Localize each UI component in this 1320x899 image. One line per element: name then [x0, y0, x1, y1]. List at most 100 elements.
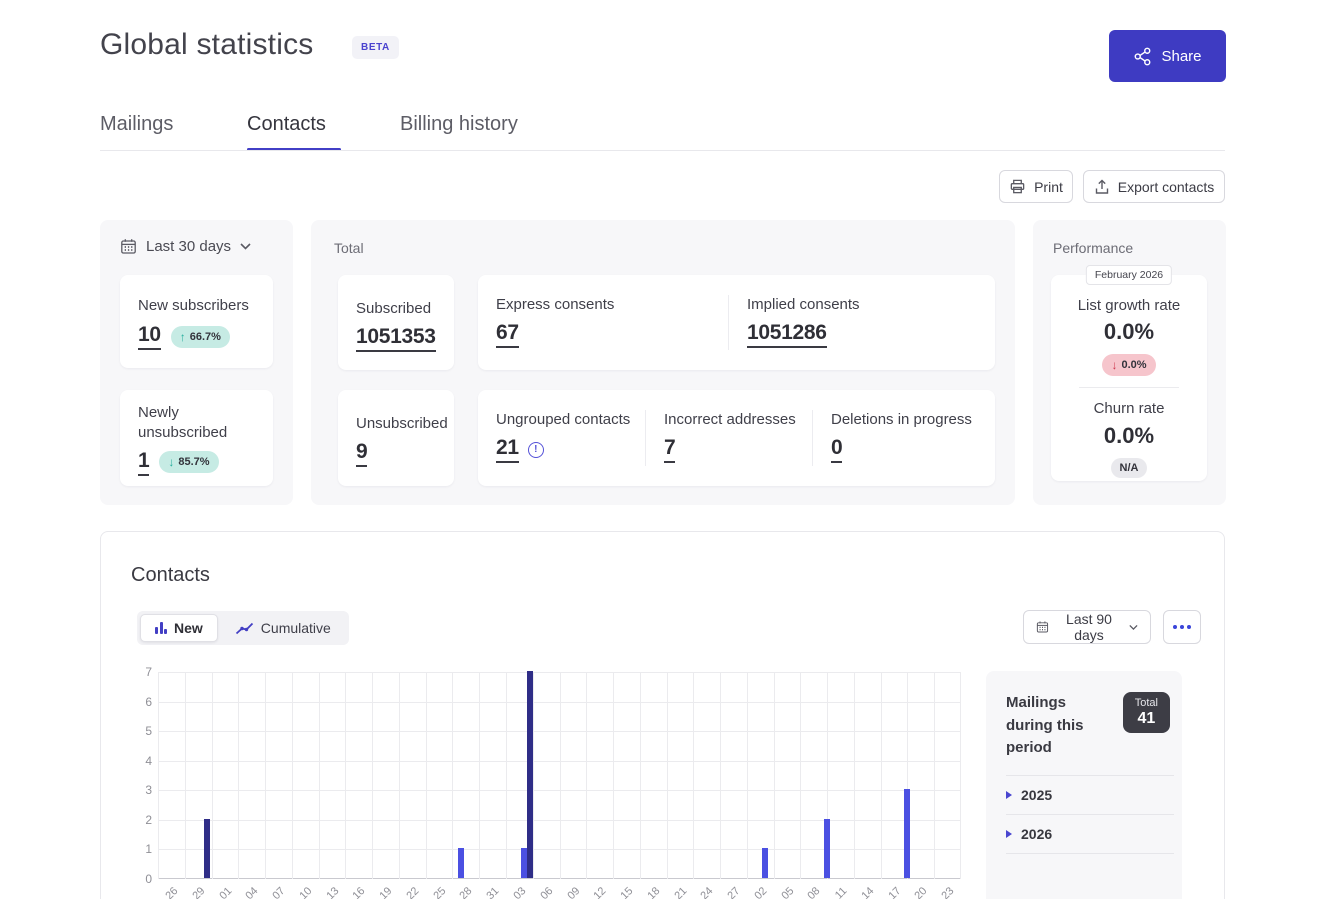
list-growth-rate-value: 0.0% [1051, 319, 1207, 345]
export-contacts-button[interactable]: Export contacts [1083, 170, 1225, 203]
tabs-divider [100, 150, 1225, 151]
chart-x-tick-label: 18 [645, 885, 662, 899]
express-consents-value[interactable]: 67 [496, 321, 519, 348]
chart-x-tick-label: 16 [351, 885, 368, 899]
chart-bar-bright-blue[interactable] [458, 848, 464, 878]
chart-date-range-label: Last 90 days [1057, 611, 1121, 643]
mailings-year-label: 2025 [1021, 787, 1052, 803]
beta-badge: BETA [352, 36, 399, 59]
trend-up-icon: ↑ [180, 330, 186, 344]
performance-card: February 2026 List growth rate 0.0% ↓ 0.… [1051, 275, 1207, 481]
chevron-down-icon [1129, 624, 1138, 631]
chart-bar-dark-indigo[interactable] [204, 819, 210, 878]
mailings-panel-title: Mailings during this period [1006, 692, 1114, 760]
list-growth-rate-label: List growth rate [1051, 296, 1207, 316]
ungrouped-contacts-value[interactable]: 21 [496, 436, 519, 463]
unsubscribed-value[interactable]: 9 [356, 440, 367, 467]
chart-gridline [345, 672, 346, 879]
newly-unsubscribed-value[interactable]: 1 [138, 449, 149, 476]
contacts-chart-card: Contacts New Cumulative Last 90 da [100, 531, 1225, 899]
chart-x-tick-label: 01 [217, 885, 234, 899]
deletions-in-progress-cell: Deletions in progress 0 [812, 410, 995, 466]
share-icon [1133, 47, 1152, 66]
print-button[interactable]: Print [999, 170, 1073, 203]
share-button[interactable]: Share [1109, 30, 1226, 82]
performance-section-label: Performance [1053, 240, 1133, 256]
tab-billing-history[interactable]: Billing history [400, 113, 518, 136]
chart-x-tick-label: 28 [458, 885, 475, 899]
chart-y-tick-label: 4 [145, 754, 152, 768]
chart-gridline [399, 672, 400, 879]
chart-x-tick-label: 10 [297, 885, 314, 899]
line-chart-icon [235, 622, 254, 635]
chart-y-tick-label: 7 [145, 665, 152, 679]
mailings-year-2025[interactable]: 2025 [1006, 787, 1174, 803]
newly-unsubscribed-trend-value: 85.7% [178, 456, 209, 468]
chart-gridline [238, 672, 239, 879]
calendar-icon [1036, 619, 1049, 635]
mailings-total-badge: Total 41 [1123, 692, 1170, 733]
chart-x-tick-label: 04 [244, 885, 261, 899]
incorrect-addresses-cell: Incorrect addresses 7 [645, 410, 812, 466]
mailings-year-2026[interactable]: 2026 [1006, 826, 1174, 842]
chart-x-tick-label: 19 [377, 885, 394, 899]
chart-gridline [747, 672, 748, 879]
chart-gridline [881, 672, 882, 879]
chart-bar-bright-blue[interactable] [904, 789, 910, 878]
chart-gridline [426, 672, 427, 879]
chart-x-tick-label: 17 [886, 885, 903, 899]
chart-gridline [319, 672, 320, 879]
performance-divider [1079, 387, 1179, 388]
chart-x-tick-label: 24 [699, 885, 716, 899]
list-growth-trend-badge: ↓ 0.0% [1102, 354, 1155, 376]
global-statistics-page: Global statistics BETA Share Mailings Co… [0, 0, 1320, 899]
chart-bar-bright-blue[interactable] [762, 848, 768, 878]
ellipsis-icon [1173, 625, 1191, 629]
chart-x-tick-label: 26 [163, 885, 180, 899]
contacts-chart-title: Contacts [131, 564, 210, 587]
chart-mode-toggle: New Cumulative [137, 611, 349, 645]
chart-date-range-dropdown[interactable]: Last 90 days [1023, 610, 1151, 644]
chart-gridline [372, 672, 373, 879]
stats-date-range-label: Last 30 days [146, 238, 231, 255]
express-consents-cell: Express consents 67 [478, 295, 728, 350]
chart-gridline [185, 672, 186, 879]
new-subscribers-value[interactable]: 10 [138, 323, 161, 350]
chart-bar-dark-indigo[interactable] [527, 671, 533, 878]
info-icon[interactable]: ! [528, 442, 544, 458]
incorrect-addresses-value[interactable]: 7 [664, 436, 675, 463]
chart-x-tick-label: 29 [190, 885, 207, 899]
performance-panel: Performance February 2026 List growth ra… [1033, 220, 1226, 505]
print-label: Print [1034, 179, 1063, 195]
tab-mailings[interactable]: Mailings [100, 113, 173, 136]
list-growth-trend-value: 0.0% [1121, 359, 1146, 371]
chart-x-tick-label: 22 [404, 885, 421, 899]
chart-plot [158, 672, 961, 879]
stats-date-range-dropdown[interactable]: Last 30 days [120, 238, 251, 255]
chart-bar-bright-blue[interactable] [824, 819, 830, 878]
implied-consents-label: Implied consents [747, 295, 995, 315]
chart-gridline [854, 672, 855, 879]
unsubscribed-label: Unsubscribed [356, 414, 436, 434]
subscribed-value[interactable]: 1051353 [356, 325, 436, 352]
chart-gridline [667, 672, 668, 879]
tab-contacts[interactable]: Contacts [247, 113, 326, 136]
chart-gridline [693, 672, 694, 879]
mailings-divider [1006, 775, 1174, 776]
chart-mode-new[interactable]: New [140, 614, 218, 642]
share-label: Share [1161, 48, 1201, 65]
implied-consents-cell: Implied consents 1051286 [728, 295, 995, 350]
chart-bar-bright-blue[interactable] [521, 848, 527, 878]
new-subscribers-trend-badge: ↑ 66.7% [171, 326, 230, 348]
newly-unsubscribed-label: Newly unsubscribed [138, 403, 248, 444]
chart-more-options-button[interactable] [1163, 610, 1201, 644]
deletions-in-progress-value[interactable]: 0 [831, 436, 842, 463]
chart-x-tick-label: 05 [779, 885, 796, 899]
chevron-down-icon [240, 243, 251, 250]
implied-consents-value[interactable]: 1051286 [747, 321, 827, 348]
mailings-year-label: 2026 [1021, 826, 1052, 842]
trend-down-icon: ↓ [168, 455, 174, 469]
chart-mode-cumulative[interactable]: Cumulative [220, 614, 346, 642]
chart-x-tick-label: 27 [725, 885, 742, 899]
page-title: Global statistics [100, 28, 313, 62]
